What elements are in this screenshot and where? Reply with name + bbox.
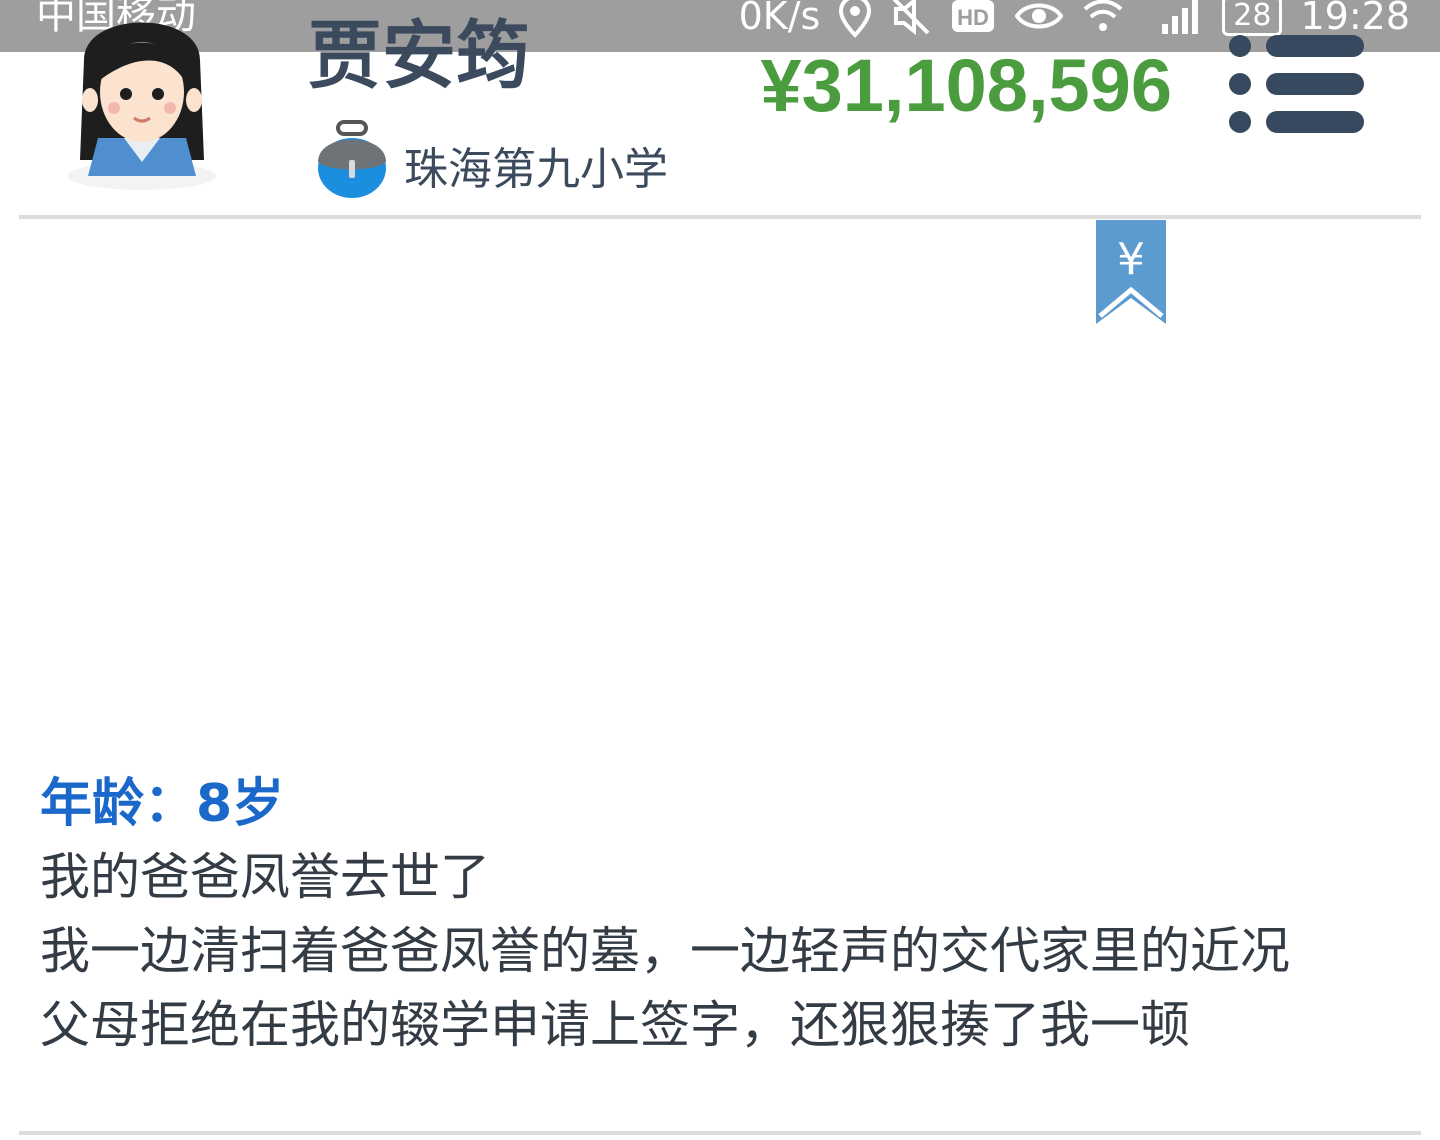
header-divider xyxy=(19,215,1421,219)
mute-icon xyxy=(892,0,930,36)
story-line: 父母拒绝在我的辍学申请上签字，还狠狠揍了我一顿 xyxy=(40,996,1190,1054)
bookmark-symbol: ¥ xyxy=(1117,234,1145,285)
eye-icon xyxy=(1014,3,1064,29)
battery-icon: 28 xyxy=(1222,0,1283,36)
svg-text:HD: HD xyxy=(957,5,989,30)
story-line: 我一边清扫着爸爸凤誉的墓，一边轻声的交代家里的近况 xyxy=(40,922,1290,980)
balance-amount: ¥31,108,596 xyxy=(760,44,1172,127)
wifi-icon xyxy=(1083,0,1123,31)
list-menu-icon[interactable] xyxy=(1226,32,1366,136)
footer-divider xyxy=(19,1131,1421,1135)
user-name: 贾安筠 xyxy=(308,13,530,99)
age-label: 年龄：8岁 xyxy=(40,774,285,834)
school-bag-icon xyxy=(318,120,386,198)
school-name: 珠海第九小学 xyxy=(404,144,668,195)
girl-avatar-icon[interactable] xyxy=(64,10,220,192)
story-line: 我的爸爸凤誉去世了 xyxy=(40,848,490,906)
yuan-bookmark-icon[interactable]: ¥ xyxy=(1094,220,1168,326)
hd-icon: HD xyxy=(952,0,995,32)
signal-icon xyxy=(1162,0,1199,34)
location-icon xyxy=(839,0,872,38)
network-speed: 0K/s xyxy=(738,0,821,38)
